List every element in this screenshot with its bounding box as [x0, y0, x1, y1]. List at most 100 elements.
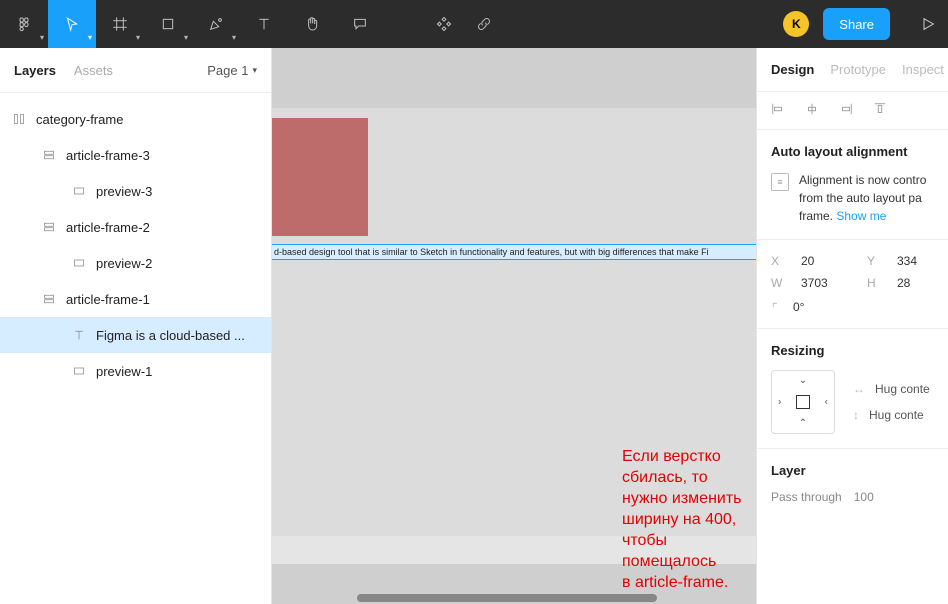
- layer-section-title: Layer: [771, 463, 934, 478]
- resize-box[interactable]: ⌄ ⌃ › ‹: [771, 370, 835, 434]
- top-toolbar: ▾ ▾ ▾ ▾ ▾ K Share: [0, 0, 948, 48]
- link-button[interactable]: [464, 0, 504, 48]
- rect-icon: [70, 257, 88, 269]
- comment-tool-button[interactable]: [336, 0, 384, 48]
- tree-label: article-frame-2: [66, 220, 271, 235]
- y-value[interactable]: 334: [897, 254, 947, 268]
- align-hcenter-icon[interactable]: [805, 102, 819, 119]
- auto-layout-h-icon: [40, 293, 58, 305]
- tree-preview-2[interactable]: preview-2: [0, 245, 271, 281]
- tree-preview-1[interactable]: preview-1: [0, 353, 271, 389]
- tree-label: Figma is a cloud-based ...: [96, 328, 271, 343]
- resizing-section: Resizing ⌄ ⌃ › ‹ ↔Hug conte ↕Hug conte: [757, 329, 948, 449]
- left-panel-tabs: Layers Assets Page 1 ▾: [0, 48, 271, 92]
- tree-selected-text-layer[interactable]: Figma is a cloud-based ...: [0, 317, 271, 353]
- chevron-down-icon: ⌄: [799, 375, 807, 386]
- chevron-down-icon: ▾: [232, 33, 236, 42]
- user-avatar[interactable]: K: [783, 11, 809, 37]
- pen-tool-button[interactable]: ▾: [192, 0, 240, 48]
- layer-section: Layer Pass through 100: [757, 449, 948, 518]
- y-label: Y: [867, 254, 881, 268]
- blend-mode[interactable]: Pass through: [771, 490, 842, 504]
- tree-label: category-frame: [36, 112, 271, 127]
- present-button[interactable]: [908, 16, 948, 32]
- hand-tool-button[interactable]: [288, 0, 336, 48]
- rotation-value[interactable]: 0°: [793, 300, 804, 314]
- layer-row: Pass through 100: [771, 490, 934, 504]
- opacity-value[interactable]: 100: [854, 490, 874, 504]
- w-value[interactable]: 3703: [801, 276, 851, 290]
- shape-tool-button[interactable]: ▾: [144, 0, 192, 48]
- chevron-left-icon: ‹: [825, 397, 828, 408]
- page-label: Page 1: [207, 63, 248, 78]
- chevron-up-icon: ⌃: [799, 418, 807, 429]
- w-label: W: [771, 276, 785, 290]
- canvas-preview-block[interactable]: [272, 118, 368, 236]
- alignment-controls: [757, 92, 948, 130]
- layer-tree: category-frame article-frame-3 preview-3…: [0, 93, 271, 389]
- chevron-down-icon: ▾: [88, 33, 92, 42]
- x-label: X: [771, 254, 785, 268]
- auto-layout-info-text: Alignment is now contro from the auto la…: [799, 171, 926, 225]
- right-panel: Design Prototype Inspect Auto layout ali…: [756, 48, 948, 604]
- tree-preview-3[interactable]: preview-3: [0, 173, 271, 209]
- canvas-scrollbar[interactable]: [357, 594, 657, 602]
- avatar-initial: K: [792, 17, 801, 31]
- rect-icon: [70, 365, 88, 377]
- figma-menu-button[interactable]: ▾: [0, 0, 48, 48]
- text-icon: [70, 329, 88, 341]
- tab-design[interactable]: Design: [771, 62, 814, 77]
- main-area: Layers Assets Page 1 ▾ category-frame ar…: [0, 48, 948, 604]
- chevron-right-icon: ›: [778, 397, 781, 408]
- tab-inspect[interactable]: Inspect: [902, 62, 944, 77]
- rect-icon: [70, 185, 88, 197]
- h-value[interactable]: 28: [897, 276, 947, 290]
- tree-label: preview-2: [96, 256, 271, 271]
- x-value[interactable]: 20: [801, 254, 851, 268]
- auto-layout-title: Auto layout alignment: [771, 144, 934, 159]
- h-label: H: [867, 276, 881, 290]
- tree-label: preview-1: [96, 364, 271, 379]
- chevron-down-icon: ▾: [40, 33, 44, 42]
- tree-label: preview-3: [96, 184, 271, 199]
- tree-article-frame-2[interactable]: article-frame-2: [0, 209, 271, 245]
- show-me-link[interactable]: Show me: [836, 209, 886, 223]
- tree-label: article-frame-1: [66, 292, 271, 307]
- rotation-icon: [771, 301, 783, 313]
- info-icon: ≡: [771, 173, 789, 191]
- tree-article-frame-1[interactable]: article-frame-1: [0, 281, 271, 317]
- page-selector[interactable]: Page 1 ▾: [207, 63, 257, 78]
- chevron-down-icon: ▾: [136, 33, 140, 42]
- align-top-icon[interactable]: [873, 102, 887, 119]
- tree-category-frame[interactable]: category-frame: [0, 101, 271, 137]
- frame-tool-button[interactable]: ▾: [96, 0, 144, 48]
- tab-assets[interactable]: Assets: [74, 63, 113, 78]
- right-panel-tabs: Design Prototype Inspect: [757, 48, 948, 92]
- align-right-icon[interactable]: [839, 102, 853, 119]
- canvas-selected-text[interactable]: d-based design tool that is similar to S…: [272, 244, 756, 260]
- resizing-title: Resizing: [771, 343, 934, 358]
- transform-section: X 20 Y 334 W 3703 H 28 0°: [757, 240, 948, 329]
- tree-article-frame-3[interactable]: article-frame-3: [0, 137, 271, 173]
- share-button[interactable]: Share: [823, 8, 890, 40]
- resize-v-icon: ↕: [853, 408, 859, 422]
- chevron-down-icon: ▾: [184, 33, 188, 42]
- auto-layout-h-icon: [40, 149, 58, 161]
- align-left-icon[interactable]: [771, 102, 785, 119]
- left-panel: Layers Assets Page 1 ▾ category-frame ar…: [0, 48, 272, 604]
- text-tool-button[interactable]: [240, 0, 288, 48]
- annotation-text: Если верстко сбилась, то нужно изменить …: [622, 446, 756, 593]
- tab-prototype[interactable]: Prototype: [830, 62, 886, 77]
- components-button[interactable]: [424, 0, 464, 48]
- tree-label: article-frame-3: [66, 148, 271, 163]
- chevron-down-icon: ▾: [252, 65, 257, 76]
- canvas[interactable]: d-based design tool that is similar to S…: [272, 48, 756, 604]
- auto-layout-h-icon: [40, 221, 58, 233]
- resize-h-icon: ↔: [853, 382, 865, 396]
- move-tool-button[interactable]: ▾: [48, 0, 96, 48]
- tab-layers[interactable]: Layers: [14, 63, 56, 78]
- auto-layout-icon: [10, 113, 28, 125]
- hug-horizontal[interactable]: ↔Hug conte: [853, 382, 930, 396]
- auto-layout-section: Auto layout alignment ≡ Alignment is now…: [757, 130, 948, 240]
- hug-vertical[interactable]: ↕Hug conte: [853, 408, 930, 422]
